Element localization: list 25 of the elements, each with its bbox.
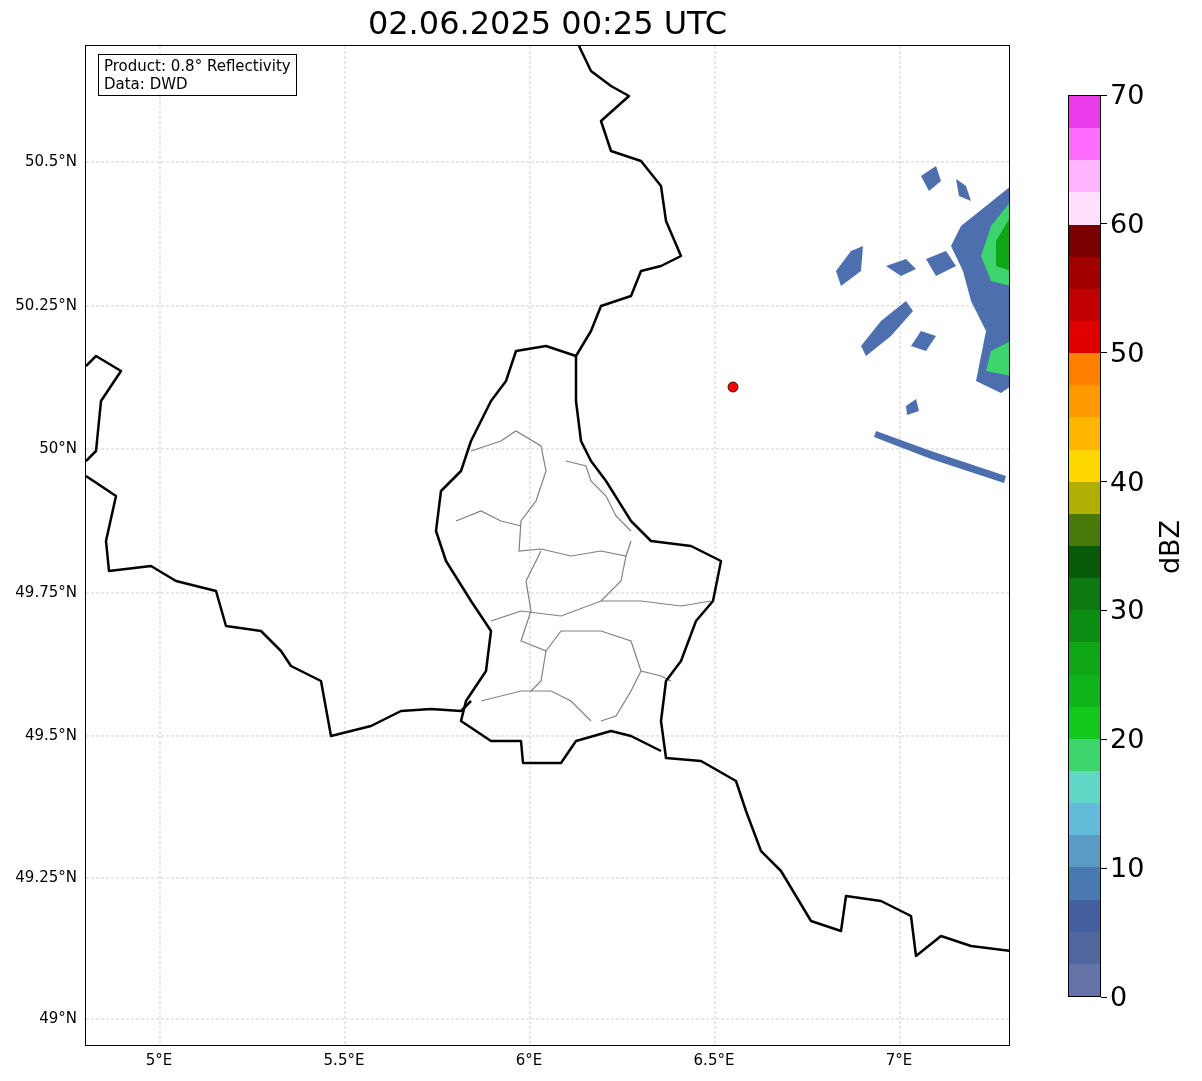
latitude-label: 49°N	[39, 1009, 77, 1027]
latitude-label: 50.5°N	[24, 152, 77, 170]
latitude-label: 50.25°N	[15, 296, 77, 314]
colorbar-tick-label: 30	[1110, 595, 1145, 626]
colorbar-tick-label: 70	[1110, 80, 1145, 110]
colorbar-label: dBZ	[1155, 519, 1186, 575]
longitude-label: 5°E	[145, 1051, 173, 1069]
latitude-label: 49.25°N	[15, 868, 77, 886]
longitude-label: 5.5°E	[323, 1051, 365, 1069]
longitude-label: 7°E	[885, 1051, 913, 1069]
colorbar-tick-label: 0	[1110, 982, 1128, 1012]
latitude-label: 50°N	[39, 439, 77, 457]
info-text: Data: DWD	[104, 75, 189, 93]
chart-title: 02.06.2025 00:25 UTC	[367, 3, 728, 44]
radar-site-marker	[727, 381, 739, 393]
longitude-label: 6°E	[515, 1051, 543, 1069]
colorbar-tick-label: 50	[1110, 337, 1145, 368]
colorbar-tick-label: 20	[1110, 724, 1145, 755]
colorbar-tick-label: 10	[1110, 853, 1145, 884]
colorbar-tick-label: 40	[1110, 466, 1145, 497]
colorbar-tick-label: 60	[1110, 208, 1145, 239]
latitude-label: 49.75°N	[15, 583, 77, 601]
longitude-label: 6.5°E	[693, 1051, 735, 1069]
info-text: Product: 0.8° Reflectivity	[104, 57, 291, 75]
latitude-label: 49.5°N	[24, 726, 77, 744]
